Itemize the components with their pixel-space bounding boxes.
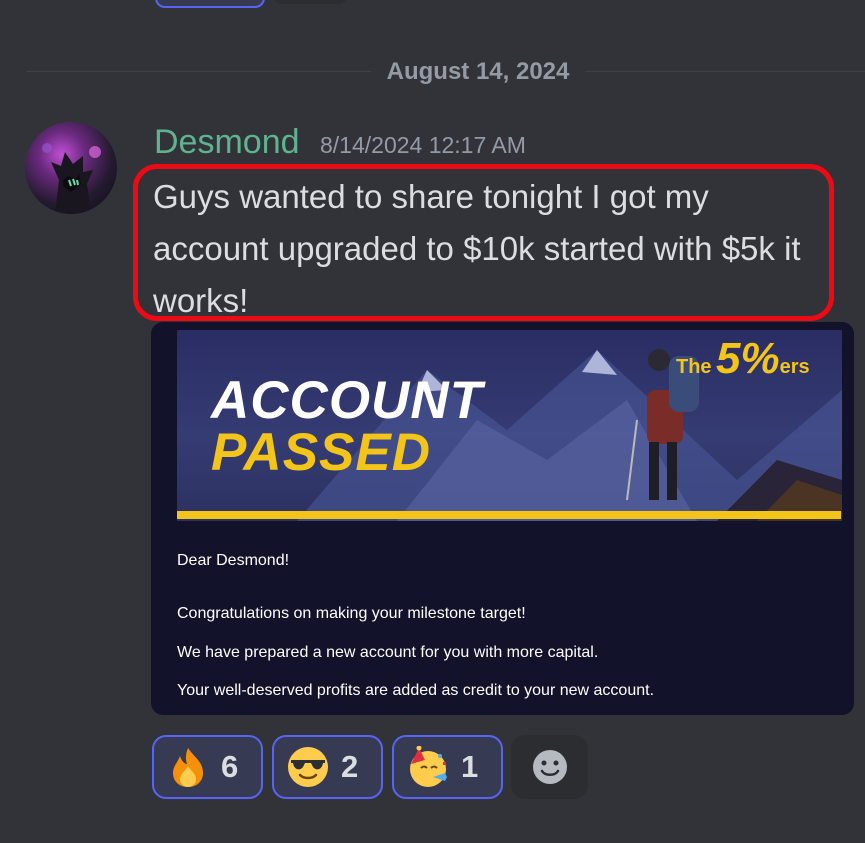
sunglasses-face-icon bbox=[288, 747, 328, 787]
email-line: Your well-deserved profits are added as … bbox=[177, 682, 655, 699]
fire-icon bbox=[173, 748, 203, 787]
email-line: We have prepared a new account for you w… bbox=[177, 644, 599, 661]
previous-reaction[interactable] bbox=[155, 0, 265, 8]
message-text: Guys wanted to share tonight I got my ac… bbox=[153, 178, 801, 319]
reaction-count: 1 bbox=[461, 749, 479, 784]
avatar[interactable] bbox=[25, 122, 117, 214]
message-timestamp: 8/14/2024 12:17 AM bbox=[320, 132, 526, 158]
previous-reaction[interactable] bbox=[272, 0, 348, 4]
reaction-sunglasses[interactable]: 2 bbox=[272, 735, 383, 799]
message-author[interactable]: Desmond bbox=[154, 123, 300, 162]
banner-subtitle: PASSED bbox=[211, 423, 432, 482]
banner-title: ACCOUNT bbox=[211, 371, 483, 430]
smiley-icon bbox=[532, 750, 567, 784]
email-greeting: Dear Desmond! bbox=[177, 552, 290, 569]
date-divider-label: August 14, 2024 bbox=[386, 58, 570, 85]
banner-underline bbox=[177, 511, 841, 519]
brand-logo: The 5%ers bbox=[676, 334, 810, 383]
avatar-image bbox=[42, 143, 101, 214]
add-reaction-button[interactable] bbox=[511, 735, 588, 799]
party-face-icon bbox=[410, 746, 447, 787]
message-attachment[interactable]: ACCOUNT PASSED The 5%ers Dear Desmond! C… bbox=[151, 322, 854, 715]
reaction-count: 6 bbox=[221, 749, 239, 784]
date-divider-line bbox=[585, 71, 865, 72]
email-line: Congratulations on making your milestone… bbox=[177, 605, 526, 622]
reaction-fire[interactable]: 6 bbox=[152, 735, 263, 799]
reaction-party[interactable]: 1 bbox=[392, 735, 503, 799]
reaction-count: 2 bbox=[341, 749, 359, 784]
date-divider-line bbox=[26, 71, 371, 72]
